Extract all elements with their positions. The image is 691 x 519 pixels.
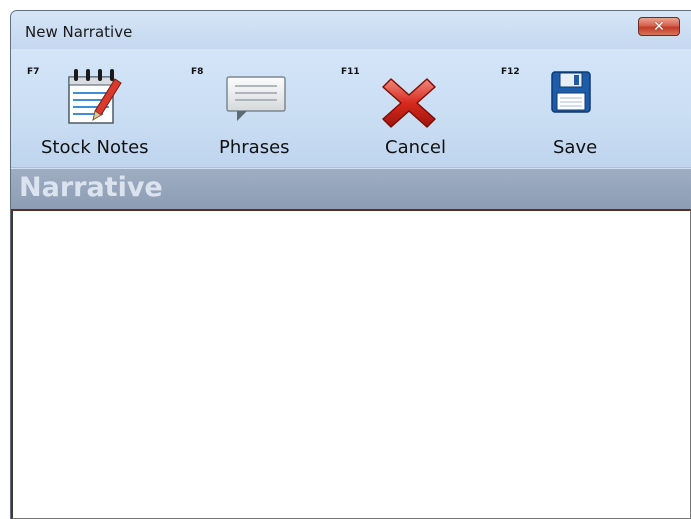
- stock-notes-hotkey: F7: [27, 67, 40, 77]
- close-icon: ✕: [653, 18, 665, 35]
- narrative-header: Narrative: [11, 169, 691, 209]
- cancel-hotkey: F11: [341, 67, 360, 77]
- phrases-button[interactable]: F8 Phrases: [181, 49, 321, 167]
- new-narrative-window: New Narrative ✕ F7 Stock Notes F8 Phrase…: [10, 10, 691, 519]
- cancel-button[interactable]: F11 Cancel: [341, 49, 501, 167]
- speech-bubble-icon: [223, 71, 289, 131]
- window-title: New Narrative: [25, 23, 133, 41]
- toolbar: F7 Stock Notes F8 Phrases F11 Cancel F12…: [11, 49, 691, 168]
- cancel-label: Cancel: [385, 137, 446, 158]
- save-label: Save: [553, 137, 598, 158]
- close-button[interactable]: ✕: [638, 17, 680, 36]
- stock-notes-button[interactable]: F7 Stock Notes: [11, 49, 181, 167]
- title-bar[interactable]: New Narrative ✕: [11, 11, 691, 49]
- floppy-disk-icon: [551, 71, 591, 117]
- stock-notes-label: Stock Notes: [41, 137, 149, 158]
- notepad-pencil-icon: [61, 65, 125, 131]
- narrative-textarea[interactable]: [11, 209, 691, 519]
- narrative-title: Narrative: [19, 172, 163, 203]
- save-button[interactable]: F12 Save: [501, 49, 631, 167]
- red-x-icon: [379, 73, 439, 137]
- phrases-hotkey: F8: [191, 67, 204, 77]
- phrases-label: Phrases: [219, 137, 290, 158]
- save-hotkey: F12: [501, 67, 520, 77]
